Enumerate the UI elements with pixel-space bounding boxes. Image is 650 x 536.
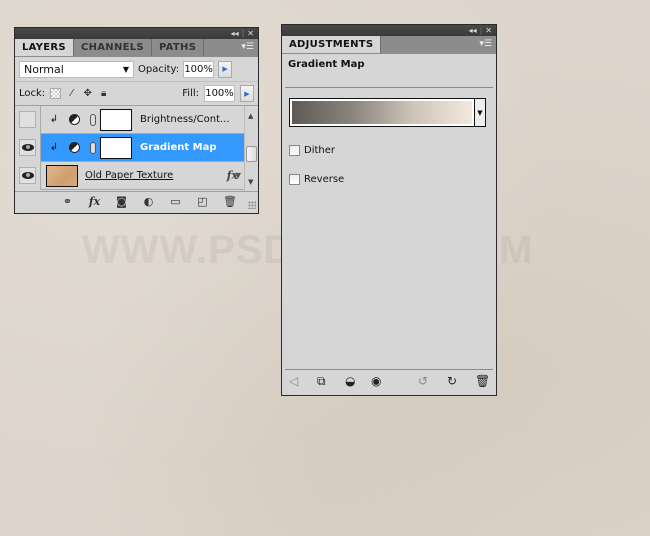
lock-transparency-icon[interactable] <box>50 88 62 99</box>
layer-name: Brightness/Cont... <box>140 114 230 125</box>
layer-mask-thumbnail[interactable] <box>100 108 132 131</box>
expand-effects-icon[interactable]: ▼ <box>235 171 241 180</box>
new-group-folder-icon[interactable]: ▭ <box>169 195 182 208</box>
tab-channels[interactable]: CHANNELS <box>74 39 152 56</box>
layers-scrollbar[interactable]: ▲ ▼ <box>244 106 258 192</box>
lock-label: Lock: <box>19 88 46 99</box>
trash-icon[interactable]: 🗑︎ <box>223 195 237 208</box>
layer-thumbnail[interactable] <box>46 164 78 187</box>
tab-adjustments[interactable]: ADJUSTMENTS <box>282 36 382 53</box>
scroll-down-icon[interactable]: ▼ <box>248 178 253 186</box>
resize-grip[interactable] <box>248 201 256 209</box>
previous-state-icon[interactable]: ↺ <box>418 374 428 388</box>
back-arrow-icon[interactable]: ◁ <box>289 374 298 388</box>
lock-all-icon[interactable]: 🔒︎ <box>98 88 109 99</box>
opacity-label: Opacity: <box>138 63 180 75</box>
tab-paths[interactable]: PATHS <box>152 39 205 56</box>
layers-tabs: LAYERS CHANNELS PATHS ▾☰ <box>15 39 258 57</box>
reverse-checkbox[interactable] <box>289 173 300 185</box>
opacity-input[interactable]: 100% <box>183 60 215 78</box>
divider <box>285 87 493 88</box>
visibility-toggle[interactable] <box>19 167 36 184</box>
layer-row-gradient-map[interactable]: ↲ Gradient Map <box>15 133 258 162</box>
panel-menu-icon[interactable]: ▾☰ <box>479 39 492 49</box>
lock-position-move-icon[interactable]: ✥ <box>82 88 93 99</box>
clip-to-layer-icon[interactable]: ◒ <box>345 374 355 388</box>
adjustment-layer-icon <box>69 142 80 153</box>
fill-slider-button[interactable]: ▶ <box>240 85 254 102</box>
reverse-label: Reverse <box>304 173 345 185</box>
close-icon[interactable]: ✕ <box>485 26 492 35</box>
adjustments-tabs: ADJUSTMENTS ▾☰ <box>282 36 496 54</box>
layer-name: Old Paper Texture <box>85 170 174 181</box>
adjustment-title: Gradient Map <box>288 59 365 70</box>
eye-icon <box>21 144 34 151</box>
close-icon[interactable]: ✕ <box>247 29 254 38</box>
link-chain-icon[interactable] <box>90 113 96 126</box>
eye-icon <box>21 172 34 179</box>
chevron-down-icon: ▼ <box>122 64 129 74</box>
fill-input[interactable]: 100% <box>204 85 235 102</box>
visibility-toggle[interactable] <box>19 139 36 156</box>
adjustment-layer-icon <box>69 114 80 125</box>
scroll-up-icon[interactable]: ▲ <box>248 112 253 120</box>
visibility-eye-icon[interactable]: ◉ <box>371 374 381 388</box>
collapse-icon[interactable]: ◂◂ <box>231 29 239 38</box>
blend-mode-select[interactable]: Normal ▼ <box>19 60 134 78</box>
visibility-toggle[interactable] <box>19 111 36 128</box>
new-adjustment-icon[interactable]: ◐ <box>142 195 155 208</box>
link-chain-icon[interactable] <box>90 141 96 154</box>
blend-mode-value: Normal <box>24 62 64 76</box>
scroll-thumb[interactable] <box>246 146 257 162</box>
layer-row-brightness-contrast[interactable]: ↲ Brightness/Cont... <box>15 105 258 134</box>
trash-icon[interactable]: 🗑︎ <box>475 374 490 388</box>
clipping-arrow-icon: ↲ <box>49 142 59 153</box>
layer-name: Gradient Map <box>140 142 217 153</box>
link-layers-icon[interactable]: ⚭ <box>61 195 74 208</box>
dither-checkbox[interactable] <box>289 144 300 156</box>
layer-row-old-paper-texture[interactable]: Old Paper Texture fx ▼ <box>15 161 258 190</box>
fill-label: Fill: <box>182 88 199 99</box>
layers-bottom-bar: ⚭ fx ◙ ◐ ▭ ◰ 🗑︎ <box>15 191 258 211</box>
layers-panel: ◂◂ | ✕ LAYERS CHANNELS PATHS ▾☰ Normal ▼ O… <box>14 27 259 214</box>
add-mask-icon[interactable]: ◙ <box>115 195 128 208</box>
clipping-arrow-icon: ↲ <box>49 114 59 125</box>
new-layer-icon[interactable]: ◰ <box>196 195 209 208</box>
gradient-swatch[interactable] <box>292 101 472 124</box>
opacity-slider-button[interactable]: ▶ <box>218 60 233 78</box>
tab-layers[interactable]: LAYERS <box>15 39 74 56</box>
panel-menu-icon[interactable]: ▾☰ <box>241 42 254 52</box>
adjustments-panel: ◂◂ | ✕ ADJUSTMENTS ▾☰ Gradient Map ▼ Dithe… <box>281 24 497 396</box>
chevron-down-icon[interactable]: ▼ <box>474 99 485 126</box>
adjustments-titlebar: ◂◂ | ✕ <box>282 25 496 36</box>
adjustments-bottom-bar: ◁ ⧉ ◒ ◉ ↺ ↻ 🗑︎ <box>285 369 493 395</box>
layer-list: ↲ Brightness/Cont... ↲ Gradient Map Old … <box>15 105 258 192</box>
dither-label: Dither <box>304 144 336 156</box>
layer-mask-thumbnail[interactable] <box>100 136 132 159</box>
layers-titlebar: ◂◂ | ✕ <box>15 28 258 39</box>
collapse-icon[interactable]: ◂◂ <box>469 26 477 35</box>
reset-icon[interactable]: ↻ <box>447 374 457 388</box>
expand-view-icon[interactable]: ⧉ <box>317 374 326 389</box>
fx-icon[interactable]: fx <box>88 195 101 208</box>
gradient-picker[interactable]: ▼ <box>289 98 486 127</box>
lock-pixels-brush-icon[interactable]: ⁄ <box>66 88 77 99</box>
